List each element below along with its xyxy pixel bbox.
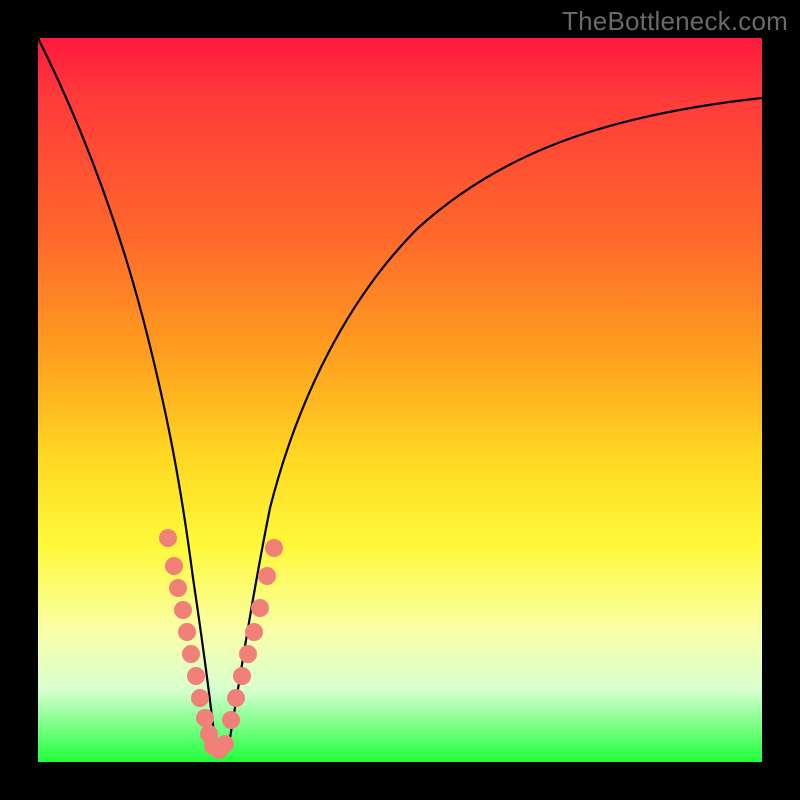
marker	[174, 601, 192, 619]
chart-svg	[38, 38, 762, 762]
marker	[239, 645, 257, 663]
marker	[233, 667, 251, 685]
plot-area	[38, 38, 762, 762]
marker	[159, 529, 177, 547]
marker	[182, 645, 200, 663]
marker	[251, 599, 269, 617]
watermark-text: TheBottleneck.com	[562, 6, 788, 37]
marker	[187, 667, 205, 685]
marker	[265, 539, 283, 557]
marker	[222, 711, 240, 729]
marker	[216, 735, 234, 753]
marker	[165, 557, 183, 575]
marker	[178, 623, 196, 641]
chart-frame: TheBottleneck.com	[0, 0, 800, 800]
marker-group	[159, 529, 283, 759]
marker	[196, 709, 214, 727]
marker	[169, 579, 187, 597]
marker	[245, 623, 263, 641]
bottleneck-curve	[38, 38, 762, 754]
marker	[258, 567, 276, 585]
marker	[191, 689, 209, 707]
marker	[227, 689, 245, 707]
